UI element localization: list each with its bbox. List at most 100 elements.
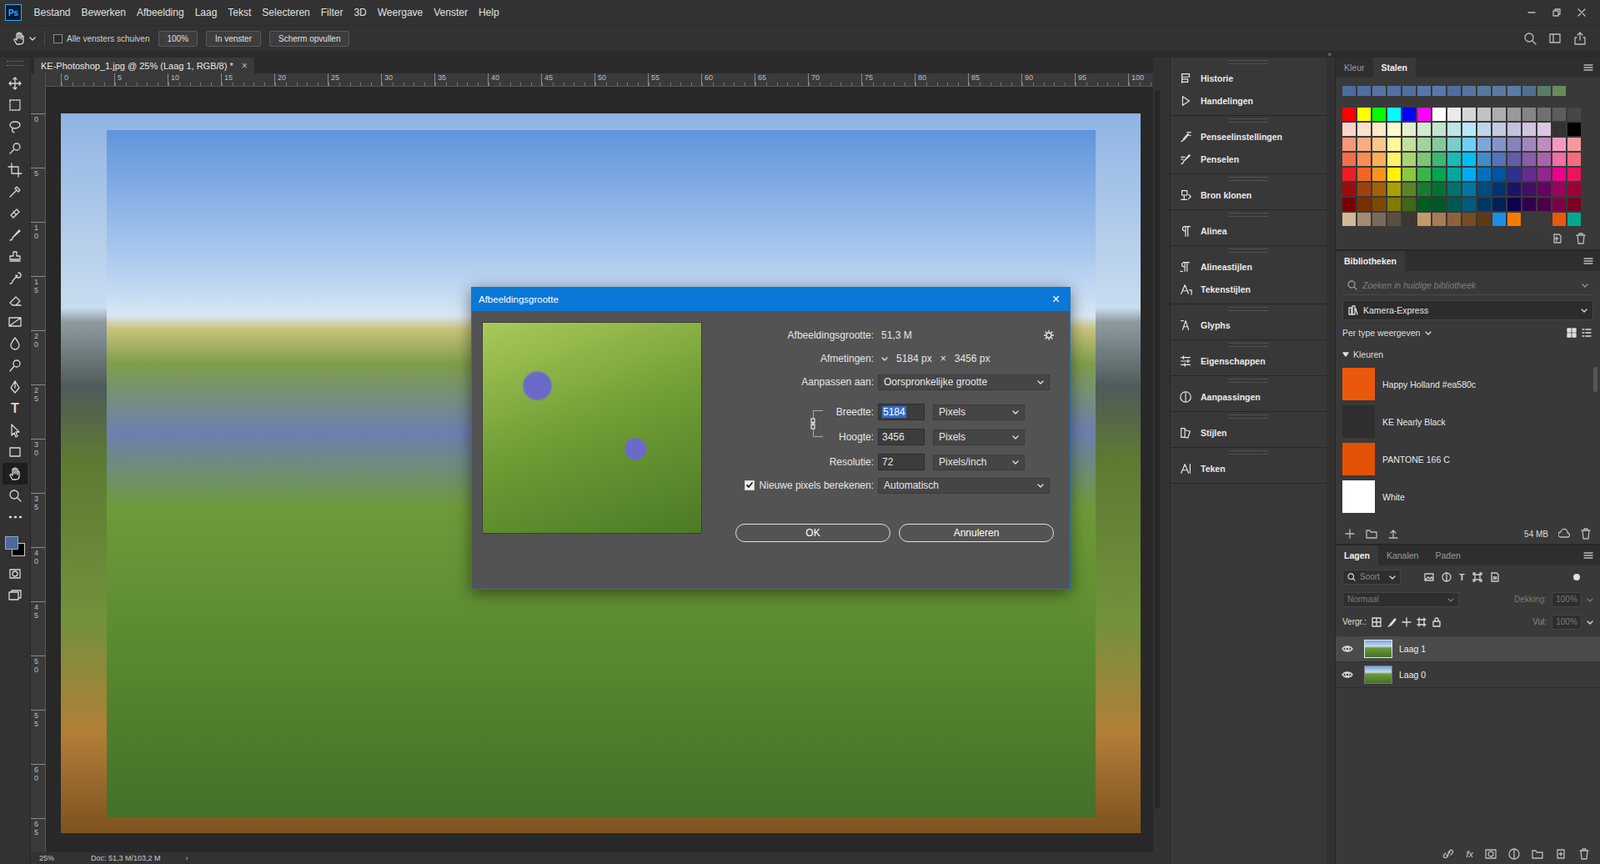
panel-group-grip[interactable] <box>1228 248 1269 253</box>
constrain-proportions[interactable] <box>806 406 825 441</box>
swatch[interactable] <box>1402 182 1416 196</box>
add-icon[interactable] <box>1344 527 1356 540</box>
tool-button[interactable] <box>2 245 28 268</box>
swatch[interactable] <box>1522 167 1536 181</box>
swatch[interactable] <box>1372 197 1386 211</box>
swatch[interactable] <box>1462 167 1476 181</box>
filter-type-dropdown[interactable]: Soort <box>1342 569 1401 585</box>
swatch[interactable] <box>1447 152 1461 166</box>
tool-button[interactable] <box>2 419 28 442</box>
swatch[interactable] <box>1552 197 1566 211</box>
panel-group-grip[interactable] <box>1228 450 1269 455</box>
tool-button[interactable] <box>2 180 28 203</box>
recent-swatch[interactable] <box>1477 85 1491 96</box>
quick-mask-button[interactable] <box>2 562 28 585</box>
swatch[interactable] <box>1402 152 1416 166</box>
folder-icon[interactable] <box>1365 527 1378 540</box>
tool-button[interactable] <box>2 354 28 377</box>
adjustment-filter-icon[interactable] <box>1441 571 1452 582</box>
chevron-down-icon[interactable] <box>1586 596 1594 603</box>
recent-swatch[interactable] <box>1492 85 1506 96</box>
mask-icon[interactable] <box>1484 847 1497 860</box>
panel-group-grip[interactable] <box>1228 118 1269 123</box>
swatch[interactable] <box>1492 152 1506 166</box>
tool-button[interactable] <box>2 289 28 311</box>
panel-button[interactable]: Teken <box>1170 456 1327 480</box>
panel-menu-icon[interactable] <box>1583 255 1594 266</box>
swatch[interactable] <box>1342 212 1356 226</box>
layer-row[interactable]: Laag 0 <box>1335 662 1600 688</box>
swatch[interactable] <box>1417 182 1431 196</box>
tool-button[interactable] <box>2 310 28 333</box>
group-icon[interactable] <box>1531 847 1544 860</box>
menu-item[interactable]: Afbeelding <box>130 6 190 19</box>
close-icon[interactable] <box>1576 7 1587 18</box>
swatch[interactable] <box>1357 152 1371 166</box>
panel-button[interactable]: Tekenstijlen <box>1170 277 1327 301</box>
zoom-button[interactable]: In venster <box>205 30 261 47</box>
tool-button[interactable] <box>2 94 28 116</box>
swatch[interactable] <box>1537 107 1551 121</box>
swatch[interactable] <box>1552 137 1566 151</box>
library-color-item[interactable]: Happy Holland #ea580c <box>1342 365 1590 403</box>
shape-filter-icon[interactable] <box>1472 571 1483 582</box>
number-input[interactable]: 3456 <box>877 428 925 446</box>
tool-button[interactable] <box>2 137 28 160</box>
adjustment-layer-icon[interactable] <box>1508 847 1520 860</box>
swatch[interactable] <box>1342 152 1356 166</box>
swatch[interactable] <box>1402 197 1416 211</box>
lock-position-icon[interactable] <box>1401 616 1412 627</box>
panel-group-grip[interactable] <box>1228 342 1269 347</box>
swatch[interactable] <box>1507 212 1521 226</box>
tool-button[interactable] <box>2 332 28 355</box>
swatch[interactable] <box>1567 152 1581 166</box>
swatch[interactable] <box>1432 182 1446 196</box>
swatch[interactable] <box>1567 122 1581 136</box>
unit-dropdown[interactable]: Pixels <box>932 404 1025 421</box>
recent-swatch[interactable] <box>1447 85 1461 96</box>
menu-item[interactable]: 3D <box>348 6 372 19</box>
swatch[interactable] <box>1537 197 1551 211</box>
visibility-toggle[interactable] <box>1340 642 1355 655</box>
swatch[interactable] <box>1357 167 1371 181</box>
swatch[interactable] <box>1387 152 1401 166</box>
swatch[interactable] <box>1387 197 1401 211</box>
swatch[interactable] <box>1447 167 1461 181</box>
library-color-item[interactable]: PANTONE 166 C <box>1342 440 1590 478</box>
close-tab-button[interactable]: × <box>241 60 248 72</box>
panel-button[interactable]: Alineastijlen <box>1170 255 1327 278</box>
swatch[interactable] <box>1342 197 1356 211</box>
swatch[interactable] <box>1522 197 1536 211</box>
scrollbar-thumb[interactable] <box>1154 90 1160 808</box>
swatch[interactable] <box>1492 107 1506 121</box>
swatch[interactable] <box>1522 212 1536 226</box>
swatch[interactable] <box>1507 197 1521 211</box>
resample-checkbox[interactable]: Nieuwe pixels berekenen: <box>712 479 874 492</box>
swatch[interactable] <box>1477 197 1491 211</box>
swatch[interactable] <box>1342 137 1356 151</box>
panel-button[interactable]: Glyphs <box>1170 313 1327 337</box>
tool-button[interactable] <box>2 115 28 138</box>
tool-button[interactable] <box>2 202 28 225</box>
tool-button[interactable] <box>2 224 28 246</box>
gear-icon[interactable] <box>1043 330 1054 341</box>
swatch[interactable] <box>1372 122 1386 136</box>
panel-button[interactable]: Penseelinstellingen <box>1170 125 1327 148</box>
swatch[interactable] <box>1522 107 1536 121</box>
swatch[interactable] <box>1447 212 1461 226</box>
swatch[interactable] <box>1417 122 1431 136</box>
tool-button[interactable] <box>2 484 28 507</box>
swatch[interactable] <box>1432 167 1446 181</box>
menu-item[interactable]: Venster <box>428 6 474 19</box>
swatch[interactable] <box>1342 107 1356 121</box>
fit-to-dropdown[interactable]: Oorspronkelijke grootte <box>877 374 1050 391</box>
swatch[interactable] <box>1372 167 1386 181</box>
image-preview[interactable] <box>481 321 703 534</box>
swatch[interactable] <box>1462 197 1476 211</box>
swatch[interactable] <box>1537 137 1551 151</box>
recent-swatch[interactable] <box>1507 85 1521 96</box>
blend-mode-dropdown[interactable]: Normaal <box>1342 591 1460 607</box>
panel-button[interactable]: Stijlen <box>1170 421 1327 444</box>
panel-tab[interactable]: Kanalen <box>1378 545 1428 566</box>
swatch[interactable] <box>1507 167 1521 181</box>
